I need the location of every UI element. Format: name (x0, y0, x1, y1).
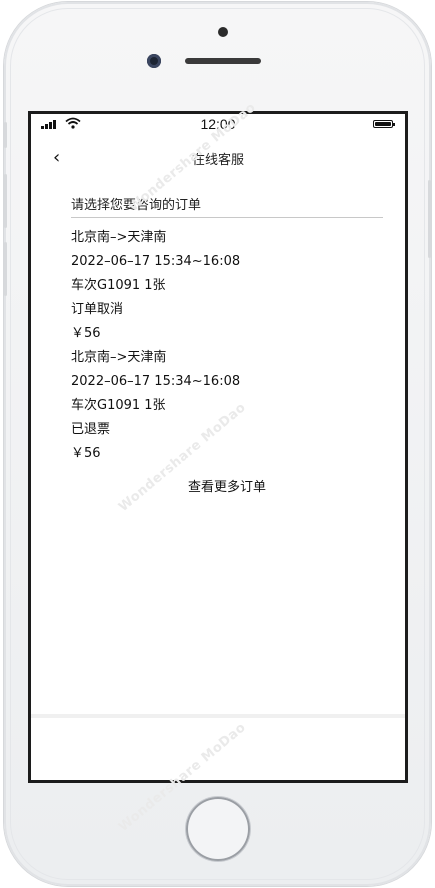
mute-switch (4, 122, 7, 148)
more-orders-link[interactable]: 查看更多订单 (71, 476, 383, 495)
order-price: ￥56 (71, 326, 101, 341)
volume-down-button (4, 242, 7, 296)
order-train: 车次G1091 1张 (71, 278, 166, 293)
nav-bar: ‹ 在线客服 (31, 144, 405, 174)
order-card[interactable]: 北京南–>天津南 2022–06–17 15:34~16:08 车次G1091 … (71, 226, 383, 346)
order-card[interactable]: 北京南–>天津南 2022–06–17 15:34~16:08 车次G1091 … (71, 346, 383, 466)
battery-icon (373, 120, 395, 128)
phone-screen: 12:00 ‹ 在线客服 请选择您要咨询的订单 北京南–>天津南 2022–06… (28, 111, 408, 783)
earpiece-speaker (185, 58, 261, 64)
proximity-sensor (218, 27, 228, 37)
volume-up-button (4, 174, 7, 228)
page-title: 在线客服 (191, 153, 244, 168)
order-prompt: 请选择您要咨询的订单 (71, 194, 383, 218)
bottom-divider (31, 714, 405, 718)
order-route: 北京南–>天津南 (71, 350, 167, 365)
order-list: 请选择您要咨询的订单 北京南–>天津南 2022–06–17 15:34~16:… (71, 194, 383, 495)
home-button[interactable] (186, 797, 250, 861)
order-status: 订单取消 (71, 302, 124, 317)
power-button (428, 180, 431, 258)
order-route: 北京南–>天津南 (71, 230, 167, 245)
order-datetime: 2022–06–17 15:34~16:08 (71, 374, 241, 389)
order-datetime: 2022–06–17 15:34~16:08 (71, 254, 241, 269)
order-price: ￥56 (71, 446, 101, 461)
front-camera-icon (147, 54, 161, 68)
